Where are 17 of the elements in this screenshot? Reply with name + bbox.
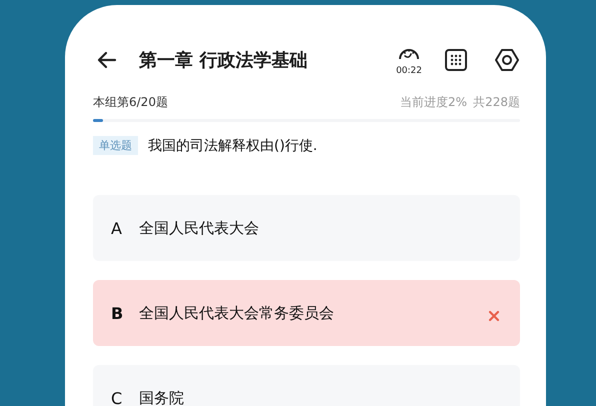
settings-icon[interactable] [494, 47, 520, 73]
answer-option[interactable]: C 国务院 [93, 365, 520, 406]
page-title: 第一章 行政法学基础 [139, 49, 308, 72]
option-text: 全国人民代表大会 [139, 218, 260, 238]
option-text: 全国人民代表大会常务委员会 [139, 304, 335, 322]
question-text: 我国的司法解释权由()行使. [148, 136, 318, 154]
question-total: 共228题 [473, 94, 520, 111]
option-letter: B [111, 304, 124, 322]
progress-percent: 当前进度2% [400, 94, 468, 111]
grid-icon[interactable] [444, 48, 468, 72]
timer-text: 00:22 [396, 66, 422, 76]
answer-option[interactable]: B 全国人民代表大会常务委员会 [93, 280, 520, 346]
option-letter: A [111, 218, 123, 238]
option-letter: C [111, 388, 124, 406]
answer-option[interactable]: A 全国人民代表大会 [93, 195, 520, 261]
question-type-tag: 单选题 [93, 136, 138, 155]
option-text: 国务院 [139, 388, 185, 406]
